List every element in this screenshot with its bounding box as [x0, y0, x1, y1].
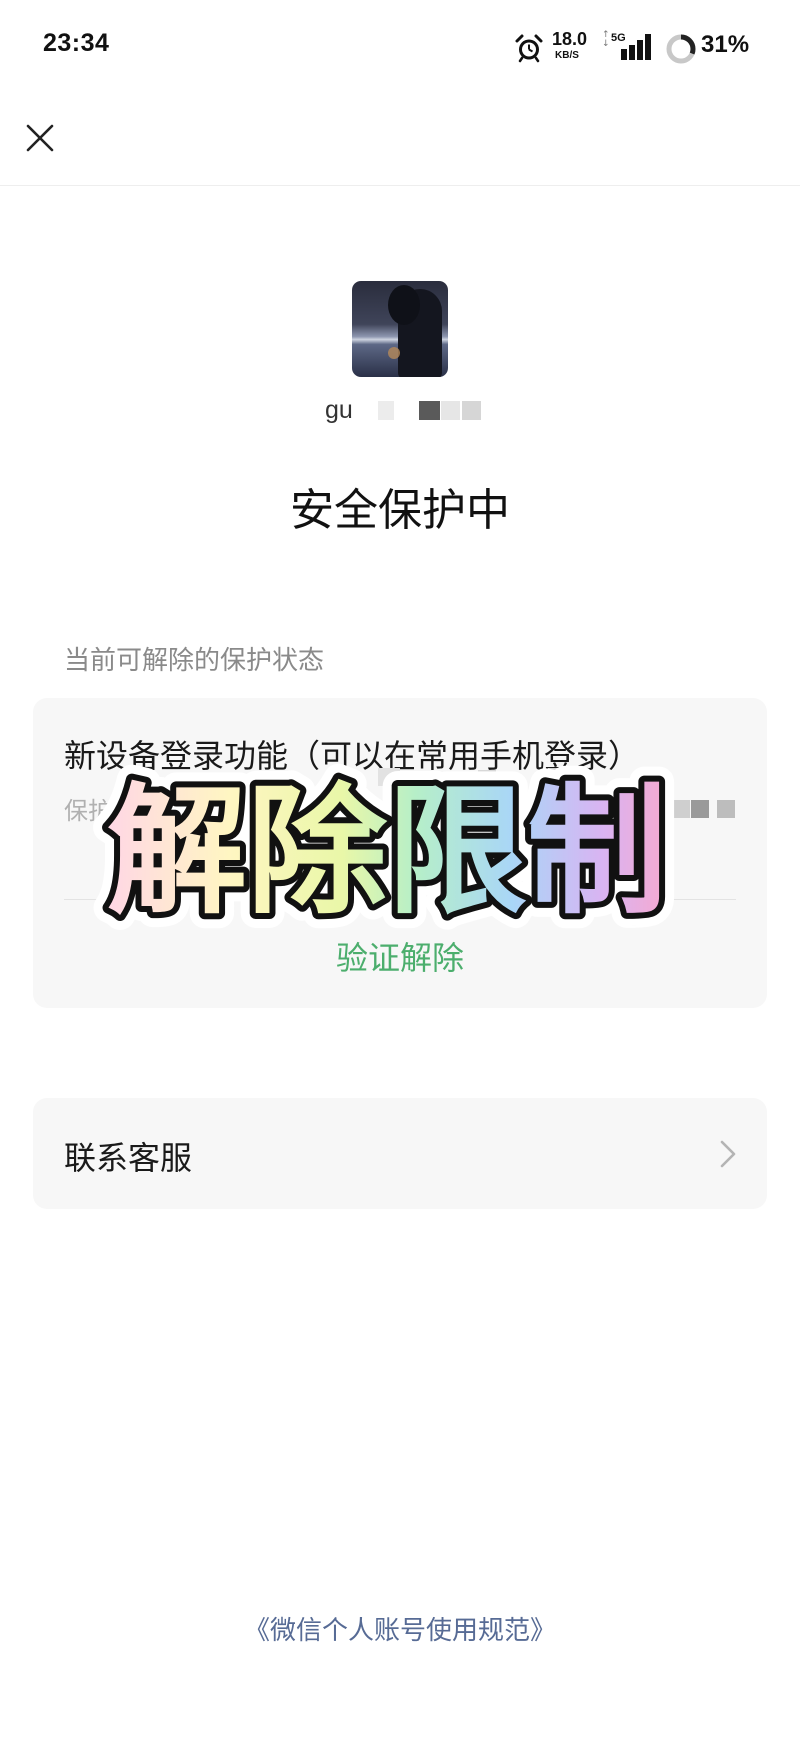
protection-item-description: 保护: [64, 797, 112, 825]
cellular-signal-icon: [621, 34, 651, 60]
mosaic-block: [378, 401, 394, 420]
chevron-right-icon: [720, 1140, 736, 1168]
mosaic-block: [691, 800, 709, 818]
mosaic-block: [717, 800, 735, 818]
mosaic-block: [478, 770, 496, 786]
avatar: [352, 281, 448, 377]
mosaic-block: [548, 768, 574, 786]
battery-ring-icon: [666, 34, 696, 64]
section-label: 当前可解除的保护状态: [64, 646, 325, 676]
protection-status-card: 新设备登录功能（可以在常用手机登录） 保护 验证解除: [33, 698, 767, 1008]
avatar-light: [388, 347, 400, 359]
account-rules-link[interactable]: 《微信个人账号使用规范》: [0, 1610, 800, 1647]
data-transfer-icon: ↑ ↓: [602, 30, 610, 49]
card-divider: [64, 899, 736, 900]
network-speed-unit: KB/S: [555, 50, 579, 61]
page-title: 安全保护中: [290, 485, 510, 536]
status-time: 23:34: [43, 29, 110, 57]
contact-support-row[interactable]: 联系客服: [33, 1098, 767, 1209]
header-divider: [0, 185, 800, 186]
avatar-hair: [388, 285, 420, 325]
close-button[interactable]: [22, 120, 58, 156]
mosaic-block: [670, 800, 690, 818]
mosaic-block: [419, 401, 440, 420]
mosaic-block: [441, 401, 460, 420]
username: gu: [325, 396, 353, 424]
alarm-clock-icon: [515, 34, 543, 63]
network-speed-value: 18.0: [552, 29, 588, 49]
battery-percentage: 31%: [701, 31, 750, 58]
close-icon: [26, 124, 54, 152]
mosaic-block: [462, 401, 481, 420]
verify-unlock-button[interactable]: 验证解除: [33, 933, 767, 979]
contact-support-label: 联系客服: [64, 1139, 193, 1177]
mosaic-block: [378, 768, 400, 786]
